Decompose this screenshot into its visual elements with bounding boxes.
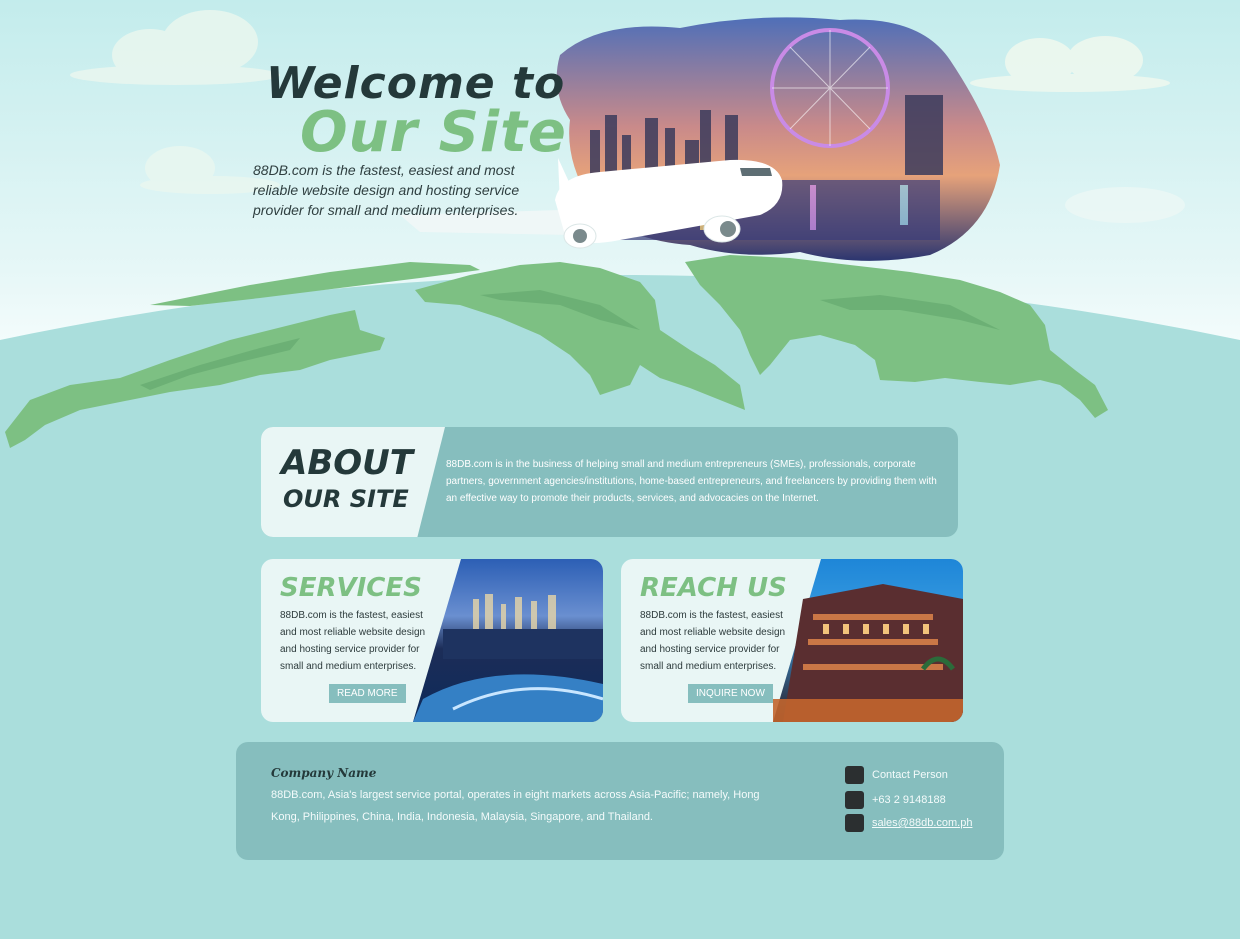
user-icon [845, 766, 864, 784]
services-text: 88DB.com is the fastest, easiest and mos… [280, 610, 426, 672]
hero-title-line2: Our Site [300, 100, 567, 165]
about-text: 88DB.com is in the business of helping s… [446, 459, 937, 504]
phone-icon [845, 791, 864, 809]
contact-email-row: sales@88db.com.ph [845, 814, 972, 832]
services-image [413, 559, 603, 722]
about-heading-panel: ABOUT OUR SITE [261, 427, 445, 537]
contact-person-row: Contact Person [845, 766, 948, 784]
cloud-right-small [1065, 187, 1185, 223]
contact-phone: +63 2 9148188 [872, 794, 946, 806]
about-heading-line1: ABOUT [281, 443, 413, 483]
hero-description: 88DB.com is the fastest, easiest and mos… [253, 162, 520, 218]
about-card: ABOUT OUR SITE 88DB.com is in the busine… [261, 427, 958, 537]
reach-image [773, 559, 963, 722]
about-heading-line2: OUR SITE [283, 485, 409, 513]
reach-card: REACH US 88DB.com is the fastest, easies… [621, 559, 963, 722]
inquire-now-button[interactable]: INQUIRE NOW [688, 684, 773, 703]
email-icon [845, 814, 864, 832]
reach-title: REACH US [640, 573, 787, 603]
footer-text: 88DB.com, Asia's largest service portal,… [271, 789, 760, 823]
footer: Company Name 88DB.com, Asia's largest se… [236, 742, 1004, 860]
contact-phone-row: +63 2 9148188 [845, 791, 946, 809]
contact-email-link[interactable]: sales@88db.com.ph [872, 817, 972, 829]
footer-company-name: Company Name [271, 766, 377, 780]
reach-text: 88DB.com is the fastest, easiest and mos… [640, 610, 786, 672]
services-title: SERVICES [280, 573, 422, 603]
services-card: SERVICES 88DB.com is the fastest, easies… [261, 559, 603, 722]
read-more-button[interactable]: READ MORE [329, 684, 406, 703]
contact-person: Contact Person [872, 769, 948, 781]
